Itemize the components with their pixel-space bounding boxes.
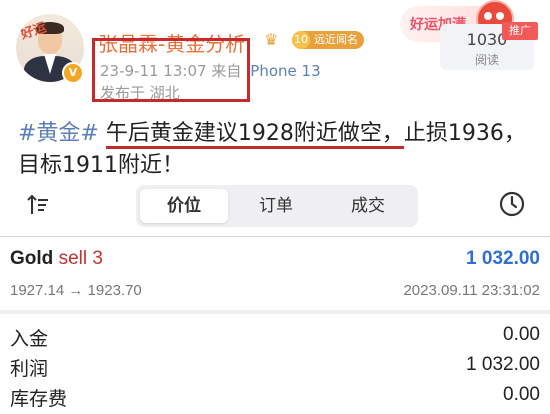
tab-price[interactable]: 价位 [140,189,228,223]
summary-row-swap: 库存费 0.00 [10,384,540,414]
post-text-highlight: 午后黄金建议1928附近做空， [105,121,404,149]
summary-row-profit: 利润 1 032.00 [10,354,540,384]
read-label: 阅读 [474,53,499,67]
post-text: #黄金# 午后黄金建议1928附近做空，止损1936，目标1911附近！ [18,118,538,182]
summary-row-deposit: 入金 0.00 [10,324,540,354]
tab-deals[interactable]: 成交 [324,189,412,223]
verified-icon: V [62,62,84,84]
sort-icon[interactable] [26,194,50,216]
device-link[interactable]: iPhone 13 [246,62,321,80]
trade-symbol[interactable]: Gold sell 3 [10,248,103,270]
tab-orders[interactable]: 订单 [232,189,320,223]
hashtag-link[interactable]: #黄金# [18,121,99,146]
annotation-box [92,38,250,102]
trade-datetime: 2023.09.11 23:31:02 [403,282,540,299]
section-divider [0,310,550,314]
summary-value: 0.00 [503,384,540,405]
trade-side: sell 3 [58,248,103,269]
trade-profit: 1 032.00 [466,248,540,269]
summary-label: 入金 [10,328,49,350]
divider [0,236,550,237]
crown-icon: ♛ [264,30,279,49]
tab-bar: 价位 订单 成交 [136,185,418,227]
level-number: 10 [292,31,310,49]
level-badge[interactable]: 10 远近闻名 [292,31,364,49]
summary-label: 利润 [10,358,49,380]
clock-icon[interactable] [498,190,526,218]
symbol-name: Gold [10,248,54,269]
summary-value: 0.00 [503,324,540,345]
promote-badge: 推广 [502,22,538,40]
trade-prices: 1927.14 → 1923.70 [10,282,142,299]
summary-value: 1 032.00 [466,354,540,375]
level-label: 远近闻名 [314,33,358,46]
